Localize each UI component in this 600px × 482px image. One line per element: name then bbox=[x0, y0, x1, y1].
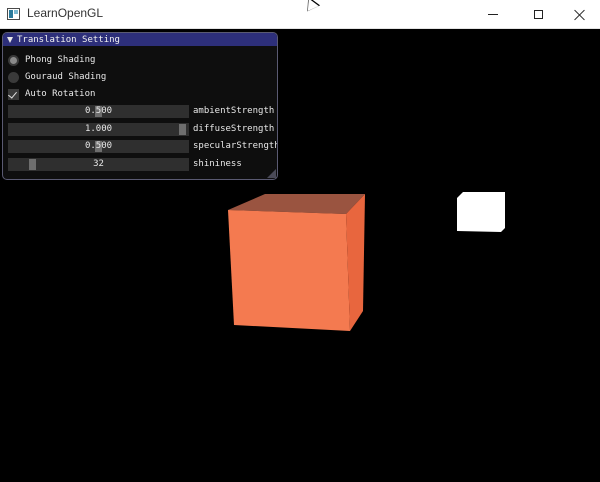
shininess-slider-row: 32 shininess bbox=[8, 158, 276, 171]
ambient-strength-slider-row: 0.500 ambientStrength bbox=[8, 105, 276, 118]
shininess-slider[interactable]: 32 bbox=[8, 158, 189, 171]
maximize-button[interactable] bbox=[515, 0, 561, 29]
radio-gouraud-label: Gouraud Shading bbox=[25, 72, 107, 82]
maximize-icon bbox=[533, 10, 543, 19]
auto-rotation-checkbox[interactable]: Auto Rotation bbox=[8, 87, 95, 101]
cube-front-face bbox=[228, 210, 350, 331]
auto-rotation-label: Auto Rotation bbox=[25, 89, 96, 99]
radio-phong-label: Phong Shading bbox=[25, 55, 96, 65]
panel-title: Translation Setting bbox=[17, 34, 120, 45]
diffuse-strength-slider[interactable]: 1.000 bbox=[8, 123, 189, 136]
translation-settings-panel[interactable]: Translation Setting Phong Shading Gourau… bbox=[2, 32, 278, 180]
slider-label: shininess bbox=[193, 159, 242, 169]
panel-header[interactable]: Translation Setting bbox=[3, 33, 277, 46]
ambient-strength-slider[interactable]: 0.500 bbox=[8, 105, 189, 118]
slider-value: 0.500 bbox=[84, 106, 113, 116]
slider-label: diffuseStrength bbox=[193, 124, 275, 134]
minimize-icon bbox=[488, 14, 498, 15]
orange-cube bbox=[228, 194, 365, 331]
specular-strength-slider-row: 0.500 specularStrength bbox=[8, 140, 278, 153]
specular-strength-slider[interactable]: 0.500 bbox=[8, 140, 189, 153]
check-mark-icon bbox=[8, 88, 17, 99]
app-icon bbox=[7, 8, 20, 20]
light-source-cube bbox=[457, 192, 505, 232]
radio-phong[interactable]: Phong Shading bbox=[8, 53, 95, 67]
slider-value: 0.500 bbox=[84, 141, 113, 151]
title-bar[interactable]: LearnOpenGL bbox=[0, 0, 600, 29]
collapse-arrow-icon[interactable] bbox=[7, 36, 13, 43]
slider-label: ambientStrength bbox=[193, 106, 275, 116]
radio-button-icon[interactable] bbox=[8, 71, 19, 83]
radio-gouraud[interactable]: Gouraud Shading bbox=[8, 70, 106, 84]
slider-value: 32 bbox=[93, 159, 104, 169]
slider-value: 1.000 bbox=[84, 124, 113, 134]
checkbox-icon[interactable] bbox=[8, 88, 19, 100]
close-button[interactable] bbox=[557, 0, 600, 29]
slider-label: specularStrength bbox=[193, 141, 278, 151]
window-title: LearnOpenGL bbox=[27, 6, 104, 20]
close-icon bbox=[574, 9, 586, 21]
radio-button-icon[interactable] bbox=[8, 54, 19, 66]
diffuse-strength-slider-row: 1.000 diffuseStrength bbox=[8, 123, 276, 136]
minimize-button[interactable] bbox=[470, 0, 516, 29]
resize-grip-icon[interactable] bbox=[267, 169, 276, 178]
